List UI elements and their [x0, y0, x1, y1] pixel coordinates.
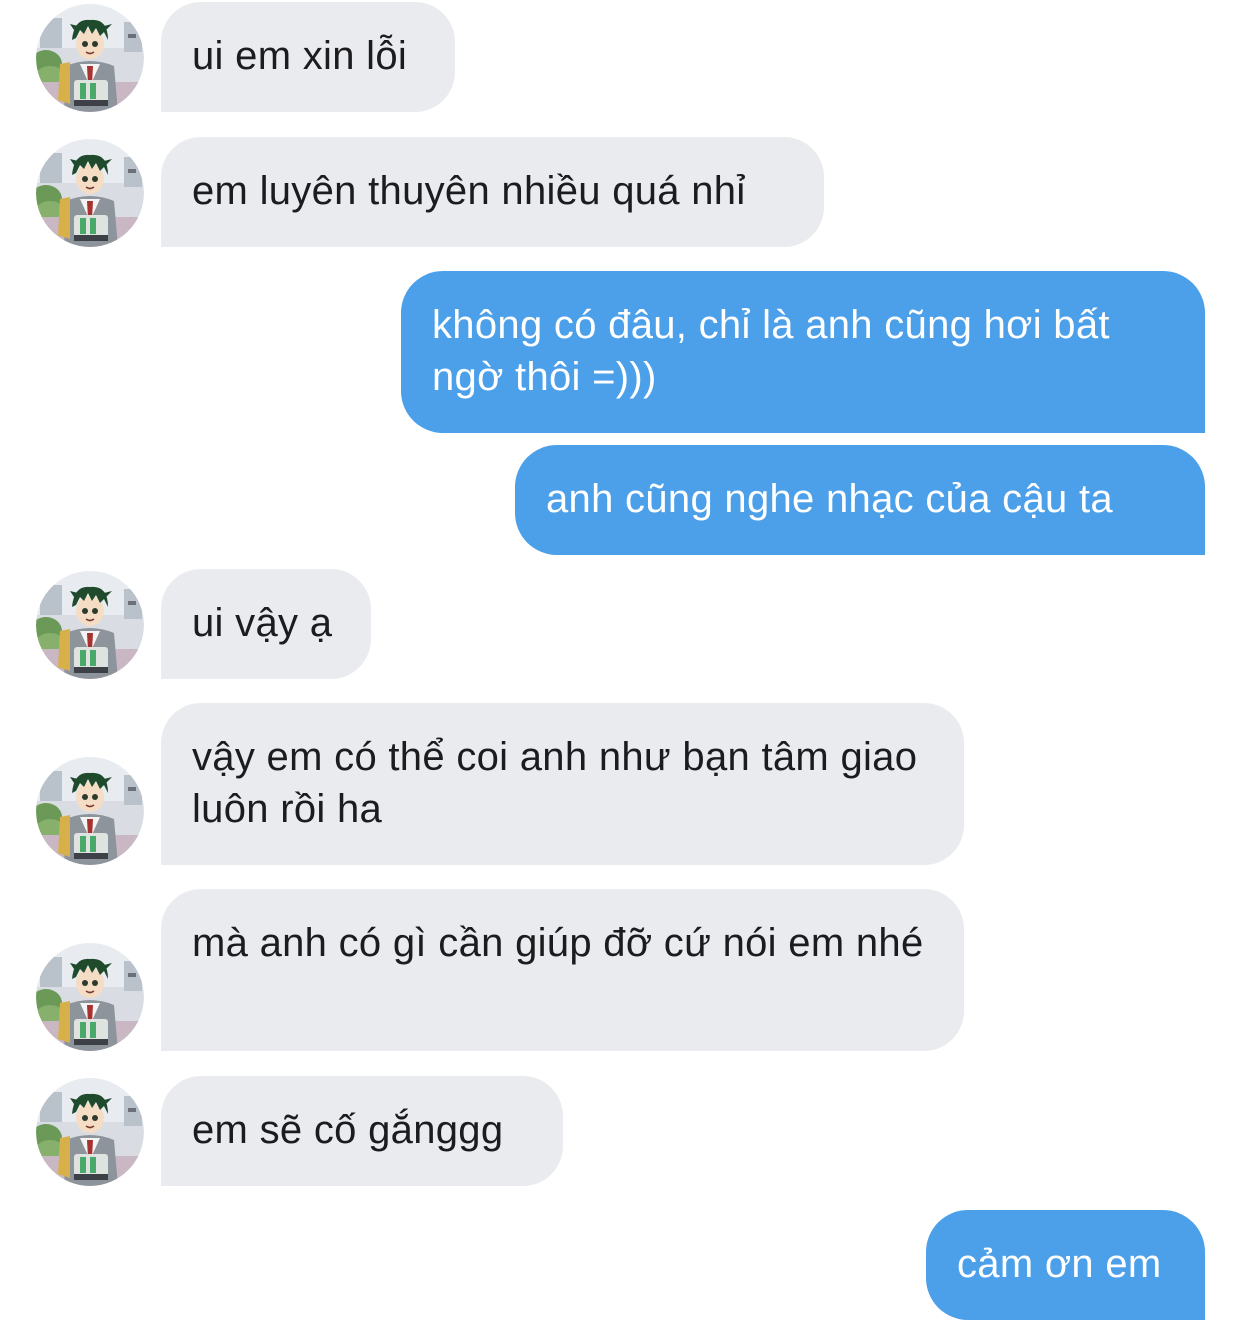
- incoming-message-bubble[interactable]: ui em xin lỗi: [161, 2, 455, 112]
- incoming-message-bubble[interactable]: mà anh có gì cần giúp đỡ cứ nói em nhé: [161, 889, 964, 1051]
- contact-avatar[interactable]: [36, 139, 144, 247]
- message-text: em luyên thuyên nhiều quá nhỉ: [192, 169, 746, 213]
- message-text: mà anh có gì cần giúp đỡ cứ nói em nhé: [192, 921, 924, 965]
- message-text: vậy em có thể coi anh như bạn tâm giao l…: [192, 735, 918, 831]
- anime-boy-avatar-icon: [36, 1078, 144, 1186]
- incoming-message-bubble[interactable]: em sẽ cố gắnggg: [161, 1076, 563, 1186]
- message-text: ui vậy ạ: [192, 601, 333, 645]
- message-text: ui em xin lỗi: [192, 34, 408, 78]
- anime-boy-avatar-icon: [36, 757, 144, 865]
- anime-boy-avatar-icon: [36, 571, 144, 679]
- contact-avatar[interactable]: [36, 943, 144, 1051]
- outgoing-message-bubble[interactable]: không có đâu, chỉ là anh cũng hơi bất ng…: [401, 271, 1205, 433]
- anime-boy-avatar-icon: [36, 139, 144, 247]
- outgoing-message-bubble[interactable]: cảm ơn em: [926, 1210, 1205, 1320]
- contact-avatar[interactable]: [36, 571, 144, 679]
- incoming-message-bubble[interactable]: vậy em có thể coi anh như bạn tâm giao l…: [161, 703, 964, 865]
- message-text: không có đâu, chỉ là anh cũng hơi bất ng…: [432, 303, 1110, 399]
- message-text: anh cũng nghe nhạc của cậu ta: [546, 477, 1113, 521]
- contact-avatar[interactable]: [36, 1078, 144, 1186]
- contact-avatar[interactable]: [36, 757, 144, 865]
- anime-boy-avatar-icon: [36, 4, 144, 112]
- incoming-message-bubble[interactable]: ui vậy ạ: [161, 569, 371, 679]
- chat-thread: ui em xin lỗi em luyên thuyên nhiều quá …: [0, 0, 1241, 1325]
- message-text: em sẽ cố gắnggg: [192, 1108, 504, 1152]
- incoming-message-bubble[interactable]: em luyên thuyên nhiều quá nhỉ: [161, 137, 824, 247]
- contact-avatar[interactable]: [36, 4, 144, 112]
- outgoing-message-bubble[interactable]: anh cũng nghe nhạc của cậu ta: [515, 445, 1205, 555]
- anime-boy-avatar-icon: [36, 943, 144, 1051]
- message-text: cảm ơn em: [957, 1242, 1162, 1286]
